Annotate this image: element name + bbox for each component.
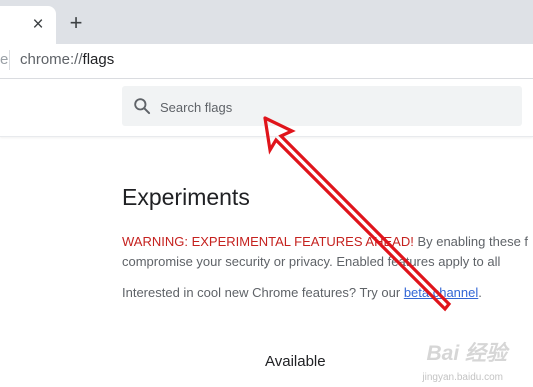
address-bar[interactable]: chrome://flags	[20, 50, 114, 70]
interest-end: .	[478, 285, 482, 300]
search-icon	[134, 98, 151, 115]
toolbar: e chrome://flags	[0, 44, 533, 79]
watermark-logo: Bai 经验	[426, 342, 507, 365]
flags-header	[0, 79, 533, 137]
tab-strip: × +	[0, 0, 533, 44]
url-host: flags	[82, 51, 115, 68]
warning-paragraph: WARNING: EXPERIMENTAL FEATURES AHEAD! By…	[122, 232, 528, 252]
active-tab[interactable]: ×	[0, 6, 56, 44]
search-input[interactable]	[158, 86, 512, 128]
warning-text: By enabling these f	[413, 234, 529, 249]
new-tab-button[interactable]: +	[64, 11, 88, 35]
beta-channel-paragraph: Interested in cool new Chrome features? …	[122, 283, 482, 303]
omnibox-divider	[9, 50, 10, 70]
watermark-url: jingyan.baidu.com	[422, 372, 503, 383]
close-icon[interactable]: ×	[28, 15, 48, 35]
page-title: Experiments	[122, 184, 250, 210]
warning-text-continued: compromise your security or privacy. Ena…	[122, 254, 501, 269]
omnibox-icon: e	[0, 51, 9, 68]
tab-available[interactable]: Available	[265, 353, 326, 370]
interest-text: Interested in cool new Chrome features? …	[122, 285, 404, 300]
beta-channel-link[interactable]: beta channel	[404, 285, 478, 300]
url-scheme: chrome://	[20, 51, 83, 68]
warning-label: WARNING: EXPERIMENTAL FEATURES AHEAD!	[122, 234, 414, 249]
search-box[interactable]	[122, 86, 522, 128]
